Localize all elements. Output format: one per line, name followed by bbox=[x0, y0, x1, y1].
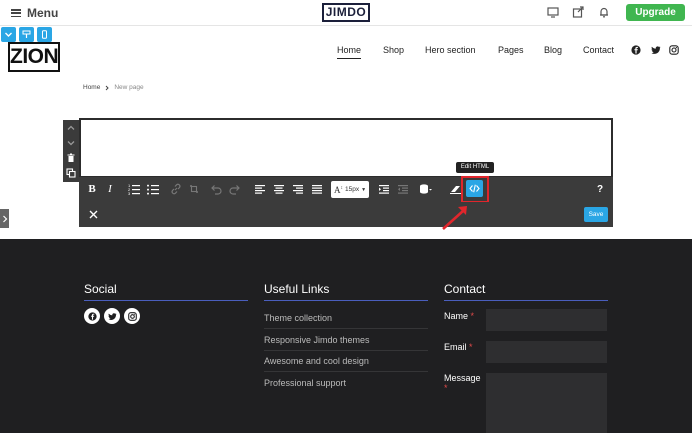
upgrade-button[interactable]: Upgrade bbox=[626, 4, 685, 21]
bell-icon[interactable] bbox=[598, 6, 610, 18]
chevron-down-icon bbox=[5, 32, 12, 37]
footer-facebook-icon[interactable] bbox=[84, 308, 100, 324]
nav-shop[interactable]: Shop bbox=[383, 45, 404, 55]
twitter-icon[interactable] bbox=[651, 45, 661, 55]
menu-button[interactable]: Menu bbox=[11, 6, 58, 20]
close-icon[interactable] bbox=[89, 210, 98, 219]
footer-link[interactable]: Professional support bbox=[264, 378, 346, 388]
bullet-list-icon[interactable] bbox=[146, 182, 160, 196]
instagram-icon[interactable] bbox=[669, 45, 679, 55]
help-button[interactable]: ? bbox=[593, 182, 607, 196]
undo-icon[interactable] bbox=[209, 182, 223, 196]
breadcrumb: Home New page bbox=[83, 84, 144, 91]
design-button[interactable] bbox=[19, 27, 34, 42]
site-logo[interactable]: ZION bbox=[8, 42, 60, 72]
footer-link[interactable]: Awesome and cool design bbox=[264, 356, 369, 366]
footer-link-divider bbox=[264, 328, 428, 329]
highlight-box bbox=[461, 176, 489, 203]
align-center-icon[interactable] bbox=[272, 182, 286, 196]
chevron-right-icon bbox=[2, 215, 7, 222]
unlink-icon[interactable] bbox=[187, 182, 201, 196]
nav-pages[interactable]: Pages bbox=[498, 45, 524, 55]
mobile-view-button[interactable] bbox=[37, 27, 52, 42]
twitter-icon bbox=[107, 312, 117, 320]
chevron-right-icon bbox=[105, 85, 110, 90]
caret-down-icon: ▼ bbox=[361, 186, 367, 193]
link-icon[interactable] bbox=[169, 182, 183, 196]
align-justify-icon[interactable] bbox=[310, 182, 324, 196]
footer-twitter-icon[interactable] bbox=[104, 308, 120, 324]
nav-blog[interactable]: Blog bbox=[544, 45, 562, 55]
align-right-icon[interactable] bbox=[291, 182, 305, 196]
block-side-tools bbox=[63, 120, 79, 182]
italic-icon[interactable]: I bbox=[103, 182, 117, 196]
database-icon[interactable] bbox=[418, 182, 432, 196]
email-field[interactable] bbox=[486, 341, 607, 363]
jimdo-logo[interactable]: JIMDO bbox=[322, 3, 370, 22]
font-size-icon: A↕ bbox=[333, 184, 343, 195]
breadcrumb-home[interactable]: Home bbox=[83, 84, 100, 91]
editor-action-bar: Save bbox=[79, 202, 613, 227]
footer-link[interactable]: Theme collection bbox=[264, 313, 332, 323]
collapse-button[interactable] bbox=[1, 27, 16, 42]
redo-icon[interactable] bbox=[228, 182, 242, 196]
footer-contact-heading: Contact bbox=[444, 282, 486, 296]
footer-link[interactable]: Responsive Jimdo themes bbox=[264, 335, 370, 345]
nav-home[interactable]: Home bbox=[337, 45, 362, 59]
font-size-value: 15px bbox=[344, 186, 360, 193]
name-label-text: Name bbox=[444, 311, 469, 321]
side-panel-toggle[interactable] bbox=[0, 209, 9, 228]
required-mark: * bbox=[470, 311, 475, 321]
footer-instagram-icon[interactable] bbox=[124, 308, 140, 324]
outdent-icon[interactable] bbox=[396, 182, 410, 196]
share-icon[interactable] bbox=[572, 6, 584, 18]
email-label: Email * bbox=[444, 342, 473, 352]
facebook-icon bbox=[87, 311, 97, 321]
move-down-icon[interactable] bbox=[66, 138, 76, 148]
text-editor-area[interactable] bbox=[79, 118, 613, 178]
save-button[interactable]: Save bbox=[584, 207, 608, 222]
footer-link-divider bbox=[264, 350, 428, 351]
nav-contact[interactable]: Contact bbox=[583, 45, 614, 55]
footer-social-heading: Social bbox=[84, 282, 117, 296]
message-field[interactable] bbox=[486, 373, 607, 433]
site-footer: Social Useful Links Contact Theme collec… bbox=[0, 239, 692, 433]
hamburger-icon bbox=[11, 9, 21, 17]
paint-roller-icon bbox=[22, 30, 31, 38]
footer-links-heading: Useful Links bbox=[264, 282, 330, 296]
instagram-icon bbox=[127, 311, 137, 321]
nav-hero-section[interactable]: Hero section bbox=[425, 45, 476, 55]
font-size-select[interactable]: A↕ 15px ▼ bbox=[331, 181, 369, 198]
footer-divider bbox=[444, 300, 608, 301]
email-label-text: Email bbox=[444, 342, 467, 352]
name-field[interactable] bbox=[486, 309, 607, 331]
annotation-arrow bbox=[442, 206, 467, 230]
bold-icon[interactable]: B bbox=[85, 182, 99, 196]
edit-html-tooltip: Edit HTML bbox=[456, 162, 494, 173]
trash-icon[interactable] bbox=[66, 153, 76, 163]
breadcrumb-current: New page bbox=[114, 84, 144, 91]
facebook-icon[interactable] bbox=[631, 45, 641, 55]
message-label-text: Message bbox=[444, 373, 481, 383]
mobile-icon bbox=[42, 30, 47, 39]
svg-text:3: 3 bbox=[128, 191, 131, 196]
menu-label: Menu bbox=[27, 6, 59, 20]
editor-toolbar: B I 123 A↕ 15px ▼ ? bbox=[79, 177, 613, 202]
name-label: Name * bbox=[444, 311, 474, 321]
message-label: Message * bbox=[444, 373, 484, 393]
copy-icon[interactable] bbox=[66, 168, 76, 178]
required-mark: * bbox=[469, 342, 473, 352]
ordered-list-icon[interactable]: 123 bbox=[127, 182, 141, 196]
footer-divider bbox=[84, 300, 248, 301]
footer-link-divider bbox=[264, 371, 428, 372]
move-up-icon[interactable] bbox=[66, 123, 76, 133]
indent-icon[interactable] bbox=[377, 182, 391, 196]
required-mark: * bbox=[444, 383, 448, 393]
monitor-icon[interactable] bbox=[547, 6, 559, 18]
align-left-icon[interactable] bbox=[253, 182, 267, 196]
footer-divider bbox=[264, 300, 428, 301]
admin-top-bar: Menu JIMDO Upgrade bbox=[0, 0, 692, 26]
